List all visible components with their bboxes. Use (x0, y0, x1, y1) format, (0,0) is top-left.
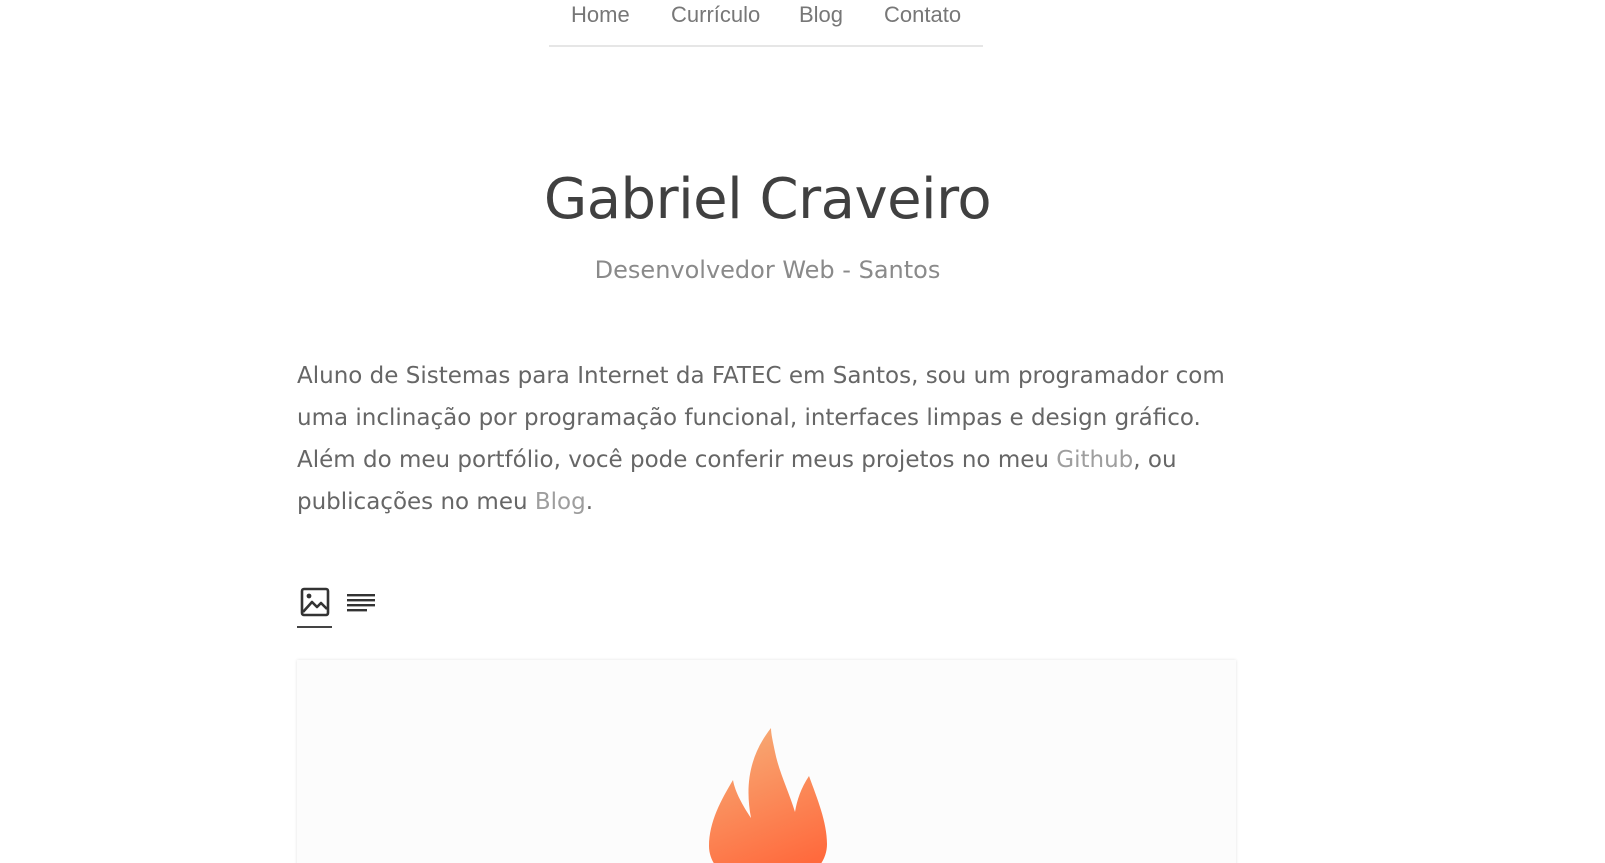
flame-icon (709, 728, 827, 863)
view-toggle (297, 586, 387, 630)
bio-text: . (585, 489, 594, 515)
text-view-button[interactable] (343, 586, 378, 626)
image-view-button[interactable] (297, 586, 332, 628)
image-icon (300, 587, 329, 617)
nav-link-contato[interactable]: Contato (884, 2, 961, 28)
page-title: Gabriel Craveiro (543, 167, 992, 232)
project-card[interactable] (297, 660, 1236, 863)
nav-link-curriculo[interactable]: Currículo (671, 2, 760, 28)
github-link[interactable]: Github (1056, 447, 1133, 473)
bio-paragraph: Aluno de Sistemas para Internet da FATEC… (297, 355, 1227, 523)
main-nav: Home Currículo Blog Contato (549, 0, 983, 47)
page-subtitle: Desenvolvedor Web - Santos (594, 256, 941, 284)
nav-link-blog[interactable]: Blog (799, 2, 843, 28)
blog-link[interactable]: Blog (535, 489, 586, 515)
nav-link-home[interactable]: Home (571, 2, 630, 28)
text-lines-icon (346, 594, 375, 612)
